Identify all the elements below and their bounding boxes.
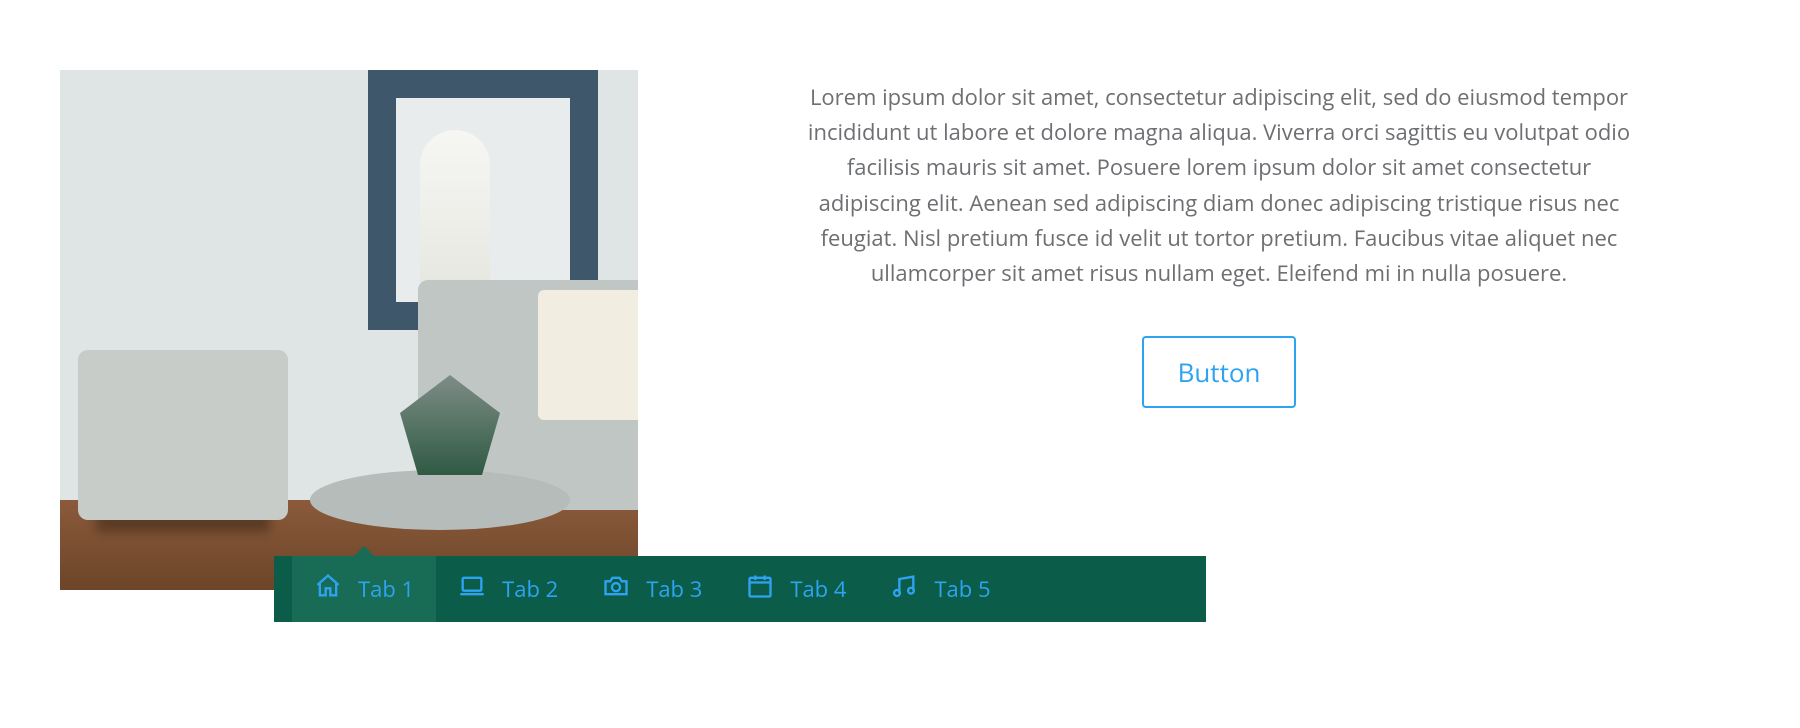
camera-icon (602, 572, 630, 607)
tab-1[interactable]: Tab 1 (292, 556, 436, 622)
tab-label: Tab 4 (790, 574, 846, 604)
tab-label: Tab 5 (934, 574, 990, 604)
tab-2[interactable]: Tab 2 (436, 556, 580, 622)
tab-5[interactable]: Tab 5 (868, 556, 1012, 622)
tab-4[interactable]: Tab 4 (724, 556, 868, 622)
body-paragraph: Lorem ipsum dolor sit amet, consectetur … (804, 80, 1634, 291)
calendar-icon (746, 572, 774, 607)
cta-button[interactable]: Button (1142, 336, 1297, 408)
hero-image (60, 70, 638, 590)
music-icon (890, 572, 918, 607)
tab-label: Tab 2 (502, 574, 558, 604)
content-column: Lorem ipsum dolor sit amet, consectetur … (698, 70, 1740, 408)
home-icon (314, 572, 342, 607)
tab-label: Tab 3 (646, 574, 702, 604)
tab-label: Tab 1 (358, 574, 414, 604)
tab-3[interactable]: Tab 3 (580, 556, 724, 622)
tab-bar: Tab 1 Tab 2 Tab 3 Tab 4 Tab 5 (274, 556, 1206, 622)
laptop-icon (458, 572, 486, 607)
